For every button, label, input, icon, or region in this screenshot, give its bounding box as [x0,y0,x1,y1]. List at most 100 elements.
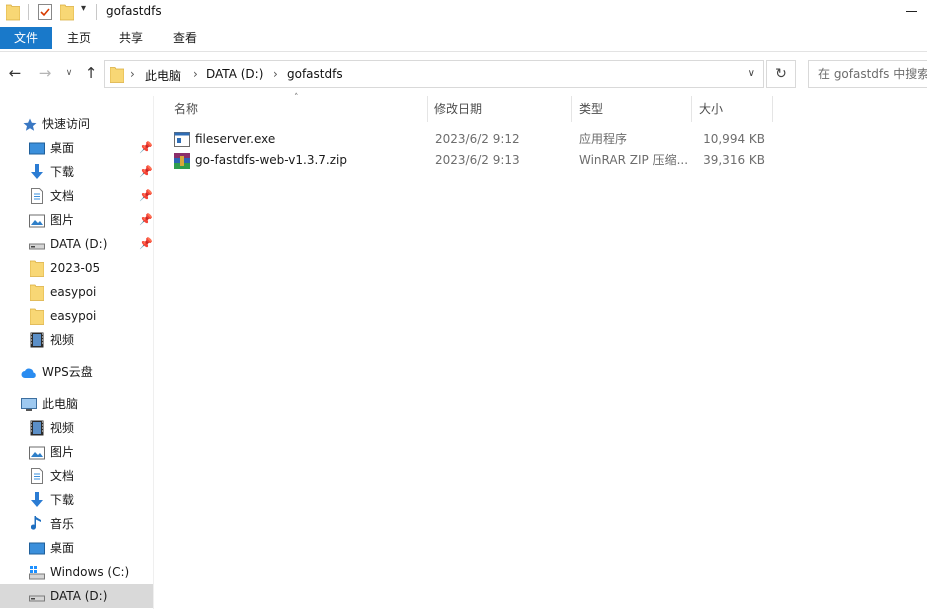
divider [96,4,97,20]
folder-icon [109,66,125,86]
file-list: ˄ 名称 修改日期 类型 大小 fileserver.exe 2023/6/2 … [154,93,927,609]
tab-share[interactable]: 共享 [110,27,152,49]
nav-label: 音乐 [50,517,75,531]
nav-item-desktop[interactable]: 桌面 [0,536,153,560]
column-divider[interactable] [571,96,572,122]
nav-item-easypoi[interactable]: easypoi [0,304,153,328]
nav-label: easypoi [50,285,97,299]
nav-item-videos[interactable]: 视频 [0,416,153,440]
nav-label: 下载 [50,165,75,179]
nav-wps-cloud[interactable]: WPS云盘 [0,360,153,384]
column-header-type[interactable]: 类型 [579,96,603,122]
column-header-modified[interactable]: 修改日期 [434,96,482,122]
cloud-icon [21,364,37,388]
tab-view[interactable]: 查看 [164,27,206,49]
nav-label: 下载 [50,493,75,507]
file-explorer-window: ▾ gofastdfs 文件 主页 共享 查看 ← → ∨ ↑ › 此电脑 › … [0,0,927,609]
nav-label: 图片 [50,445,75,459]
nav-item-easypoi[interactable]: easypoi [0,280,153,304]
nav-item-data-drive[interactable]: DATA (D:) 📌 [0,232,153,256]
customize-quick-access-icon[interactable]: ▾ [81,3,86,14]
file-name: fileserver.exe [195,132,276,146]
nav-label: 桌面 [50,141,75,155]
nav-label: 文档 [50,189,75,203]
nav-item-documents[interactable]: 文档 📌 [0,184,153,208]
column-divider[interactable] [427,96,428,122]
nav-label: 文档 [50,469,75,483]
up-arrow-icon[interactable]: ↑ [82,64,100,82]
breadcrumb-chevron-icon[interactable]: › [273,67,278,81]
search-input[interactable]: 在 gofastdfs 中搜索 [808,60,927,88]
nav-item-data-drive[interactable]: DATA (D:) [0,584,153,608]
pin-icon[interactable]: 📌 [139,232,153,256]
column-header-size[interactable]: 大小 [699,96,723,122]
nav-item-videos[interactable]: 视频 [0,328,153,352]
breadcrumb-gofastdfs[interactable]: gofastdfs [287,67,343,81]
nav-item-music[interactable]: 音乐 [0,512,153,536]
nav-label: 视频 [50,421,75,435]
nav-item-documents[interactable]: 文档 [0,464,153,488]
nav-label: 快速访问 [42,117,91,131]
navigation-pane: 快速访问 桌面 📌 下载 📌 文档 📌 图片 📌 DATA (D:) 📌 202… [0,96,154,609]
recent-locations-chevron-icon[interactable]: ∨ [60,64,78,82]
address-row: ← → ∨ ↑ › 此电脑 › DATA (D:) › gofastdfs ∨ … [0,52,927,96]
properties-icon[interactable] [38,3,52,24]
breadcrumb-chevron-icon[interactable]: › [193,67,198,81]
nav-label: 2023-05 [50,261,101,275]
pin-icon[interactable]: 📌 [139,184,153,208]
nav-label: DATA (D:) [50,589,108,603]
nav-item-downloads[interactable]: 下载 [0,488,153,512]
pin-icon[interactable]: 📌 [139,136,153,160]
nav-item-downloads[interactable]: 下载 📌 [0,160,153,184]
pin-icon[interactable]: 📌 [139,208,153,232]
nav-label: WPS云盘 [42,365,93,379]
nav-item-windows-drive[interactable]: Windows (C:) [0,560,153,584]
refresh-button[interactable]: ↻ [766,60,796,88]
nav-label: Windows (C:) [50,565,130,579]
breadcrumb-chevron-icon[interactable]: › [130,67,135,81]
nav-item-desktop[interactable]: 桌面 📌 [0,136,153,160]
nav-label: 桌面 [50,541,75,555]
nav-this-pc[interactable]: 此电脑 [0,392,153,416]
back-arrow-icon[interactable]: ← [6,64,24,82]
table-row[interactable]: go-fastdfs-web-v1.3.7.zip 2023/6/2 9:13 … [154,150,927,171]
folder-icon[interactable] [5,3,21,24]
column-header-name[interactable]: 名称 [174,96,198,122]
minimize-button[interactable] [897,0,927,24]
file-modified: 2023/6/2 9:12 [435,132,520,146]
new-folder-icon[interactable] [59,3,75,24]
address-dropdown-icon[interactable]: ∨ [748,68,755,79]
forward-arrow-icon[interactable]: → [36,64,54,82]
nav-label: 视频 [50,333,75,347]
breadcrumb-data-drive[interactable]: DATA (D:) [206,67,263,81]
winrar-zip-icon [174,153,190,176]
file-type: 应用程序 [579,132,628,146]
column-divider[interactable] [691,96,692,122]
breadcrumb-this-pc[interactable]: 此电脑 [145,67,181,84]
nav-label: DATA (D:) [50,237,108,251]
file-name: go-fastdfs-web-v1.3.7.zip [195,153,347,167]
nav-quick-access[interactable]: 快速访问 [0,112,153,136]
title-bar: ▾ gofastdfs [0,0,927,24]
divider [28,4,29,20]
sort-ascending-icon: ˄ [294,93,299,103]
tab-home[interactable]: 主页 [58,27,100,49]
ribbon-tabs: 文件 主页 共享 查看 [0,24,927,52]
nav-item-pictures[interactable]: 图片 [0,440,153,464]
table-row[interactable]: fileserver.exe 2023/6/2 9:12 应用程序 10,994… [154,129,927,150]
nav-item-pictures[interactable]: 图片 📌 [0,208,153,232]
tab-file[interactable]: 文件 [0,27,52,49]
file-size: 10,994 KB [703,132,765,146]
pin-icon[interactable]: 📌 [139,160,153,184]
drive-icon [29,588,45,609]
window-title: gofastdfs [106,4,162,18]
nav-label: easypoi [50,309,97,323]
column-divider[interactable] [772,96,773,122]
nav-label: 图片 [50,213,75,227]
nav-item-2023-05[interactable]: 2023-05 [0,256,153,280]
file-modified: 2023/6/2 9:13 [435,153,520,167]
nav-label: 此电脑 [42,397,79,411]
address-bar[interactable]: › 此电脑 › DATA (D:) › gofastdfs ∨ [104,60,764,88]
file-size: 39,316 KB [703,153,765,167]
video-icon [30,332,44,356]
